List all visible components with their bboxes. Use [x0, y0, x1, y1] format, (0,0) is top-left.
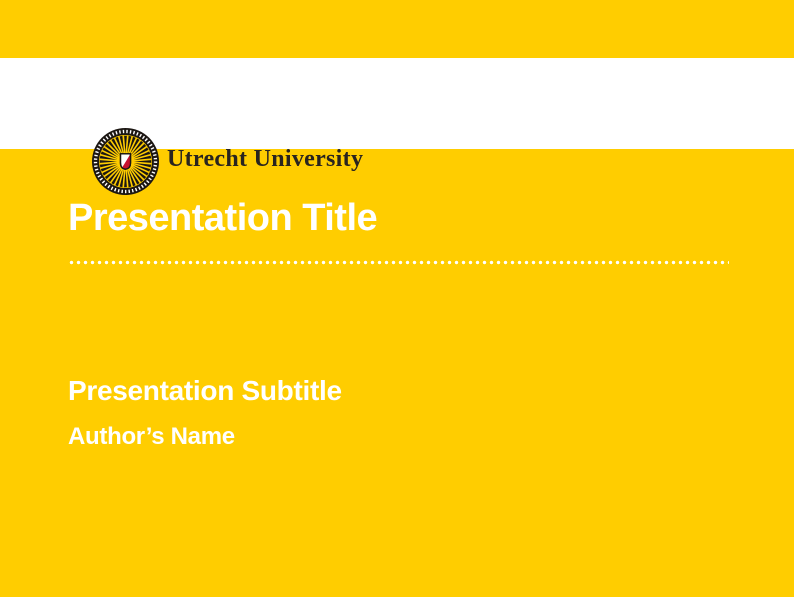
- presentation-title: Presentation Title: [68, 198, 377, 240]
- university-wordmark: Utrecht University: [167, 147, 363, 171]
- presentation-subtitle: Presentation Subtitle: [68, 376, 342, 407]
- presentation-title-slide: Utrecht University Presentation Title Pr…: [0, 0, 794, 597]
- dotted-divider: [68, 259, 729, 266]
- header-band: Utrecht University: [0, 58, 794, 149]
- author-name: Author’s Name: [68, 424, 235, 450]
- utrecht-university-seal-icon: [92, 128, 159, 195]
